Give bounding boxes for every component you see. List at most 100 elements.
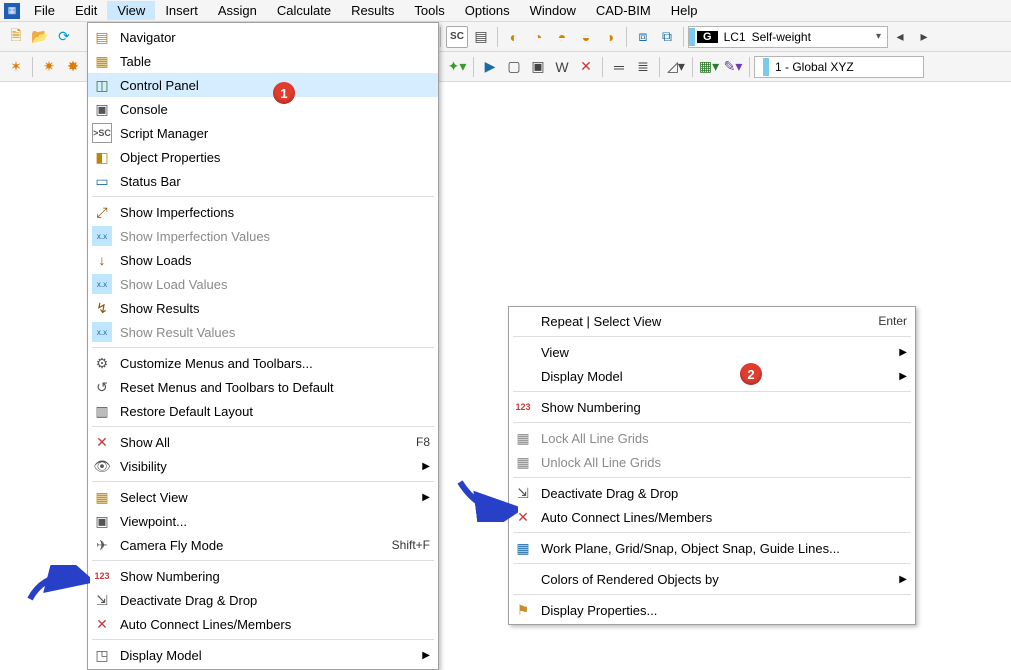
menu-calc[interactable]: Calculate (267, 1, 341, 20)
view-item-label: Deactivate Drag & Drop (120, 593, 257, 608)
context-item-5: ▦Unlock All Line Grids (509, 450, 915, 474)
annotation-badge-1: 1 (273, 82, 295, 104)
tool-refresh-icon[interactable]: ⟳ (53, 26, 75, 48)
view-item-10: x.xShow Load Values (88, 272, 438, 296)
tool2-cross-icon[interactable]: ✕ (575, 56, 597, 78)
tool-tb-d-icon[interactable]: ◒ (575, 26, 597, 48)
menu-options[interactable]: Options (455, 1, 520, 20)
view-item-24[interactable]: ◳Display Model▶ (88, 643, 438, 667)
view-item-7[interactable]: ⤢Show Imperfections (88, 200, 438, 224)
chevron-down-icon: ▾ (876, 31, 881, 42)
tool-open-icon[interactable]: 📂 (29, 26, 51, 48)
view-item-2[interactable]: ◫Control Panel (88, 73, 438, 97)
tool2-angle-icon[interactable]: ◿▾ (665, 56, 687, 78)
menu-tools[interactable]: Tools (404, 1, 454, 20)
view-item-14[interactable]: ↺Reset Menus and Toolbars to Default (88, 375, 438, 399)
view-item-6[interactable]: ▭Status Bar (88, 169, 438, 193)
menu-help[interactable]: Help (661, 1, 708, 20)
view-item-label: Restore Default Layout (120, 404, 253, 419)
context-item-8[interactable]: ▦Work Plane, Grid/Snap, Object Snap, Gui… (509, 536, 915, 560)
view-item-9[interactable]: ↓Show Loads (88, 248, 438, 272)
view-item-15[interactable]: ▥Restore Default Layout (88, 399, 438, 423)
lock-icon: ▦ (513, 428, 533, 448)
context-item-label: View (541, 345, 569, 360)
context-item-label: Unlock All Line Grids (541, 455, 661, 470)
sc-icon: >SC (92, 123, 112, 143)
context-item-6[interactable]: ⇲Deactivate Drag & Drop (509, 481, 915, 505)
view-item-3[interactable]: ▣Console (88, 97, 438, 121)
tool2-box-icon[interactable]: ▢ (503, 56, 525, 78)
tool-sc-icon[interactable]: SC (446, 26, 468, 48)
menu-edit[interactable]: Edit (65, 1, 107, 20)
tool-align-a-icon[interactable]: ⧈ (632, 26, 654, 48)
loadcase-next-icon[interactable]: ▸ (913, 26, 935, 48)
coord-system-dropdown[interactable]: 1 - Global XYZ (754, 56, 924, 78)
tool2-c-icon[interactable]: ✸ (62, 56, 84, 78)
blank-icon (513, 311, 533, 331)
tool-tb-c-icon[interactable]: ◓ (551, 26, 573, 48)
tool2-h1-icon[interactable]: ═ (608, 56, 630, 78)
view-item-16[interactable]: ✕Show AllF8 (88, 430, 438, 454)
view-item-label: Reset Menus and Toolbars to Default (120, 380, 334, 395)
view-item-label: Show Loads (120, 253, 192, 268)
annotation-arrow-2 (456, 478, 518, 522)
tool-props-icon[interactable]: ▤ (470, 26, 492, 48)
tool2-w-icon[interactable]: W (551, 56, 573, 78)
resv-icon: x.x (92, 322, 112, 342)
view-item-18[interactable]: ▦Select View▶ (88, 485, 438, 509)
context-item-1[interactable]: View▶ (509, 340, 915, 364)
context-item-label: Work Plane, Grid/Snap, Object Snap, Guid… (541, 541, 840, 556)
context-separator (513, 532, 911, 533)
context-item-2[interactable]: Display Model▶ (509, 364, 915, 388)
context-item-7[interactable]: ✕Auto Connect Lines/Members (509, 505, 915, 529)
tool-new-icon[interactable]: 🗎 (5, 26, 27, 48)
view-item-19[interactable]: ▣Viewpoint... (88, 509, 438, 533)
menu-cadbim[interactable]: CAD-BIM (586, 1, 661, 20)
context-item-10[interactable]: ⚑Display Properties... (509, 598, 915, 622)
context-item-label: Show Numbering (541, 400, 641, 415)
tool2-play-icon[interactable]: ▶ (479, 56, 501, 78)
tool-tb-a-icon[interactable]: ◐ (503, 26, 525, 48)
menu-results[interactable]: Results (341, 1, 404, 20)
view-item-21[interactable]: 123 Show Numbering (88, 564, 438, 588)
loadcase-prev-icon[interactable]: ◂ (889, 26, 911, 48)
context-item-9[interactable]: Colors of Rendered Objects by▶ (509, 567, 915, 591)
view-item-22[interactable]: ⇲Deactivate Drag & Drop (88, 588, 438, 612)
view-item-23[interactable]: ✕Auto Connect Lines/Members (88, 612, 438, 636)
view-item-label: Show Imperfections (120, 205, 234, 220)
tool2-star-icon[interactable]: ✦▾ (446, 56, 468, 78)
menu-window[interactable]: Window (520, 1, 586, 20)
view-item-5[interactable]: ◧Object Properties (88, 145, 438, 169)
view-item-label: Control Panel (120, 78, 199, 93)
view-item-11[interactable]: ↯Show Results (88, 296, 438, 320)
tool2-a-icon[interactable]: ✶ (5, 56, 27, 78)
tool2-rec-icon[interactable]: ▣ (527, 56, 549, 78)
blank-icon (513, 569, 533, 589)
tool2-pen-icon[interactable]: ✎▾ (722, 56, 744, 78)
view-item-label: Show Numbering (120, 569, 220, 584)
num-icon: 123 (92, 566, 112, 586)
tool-align-b-icon[interactable]: ⧉ (656, 26, 678, 48)
view-item-1[interactable]: ▦Table (88, 49, 438, 73)
tool2-grid-icon[interactable]: ▦▾ (698, 56, 720, 78)
tool2-b-icon[interactable]: ✷ (38, 56, 60, 78)
view-item-20[interactable]: ✈Camera Fly ModeShift+F (88, 533, 438, 557)
menu-insert[interactable]: Insert (155, 1, 208, 20)
view-item-17[interactable]: 👁Visibility▶ (88, 454, 438, 478)
context-item-3[interactable]: 123Show Numbering (509, 395, 915, 419)
accelerator-text: Shift+F (332, 538, 430, 552)
loadcase-dropdown[interactable]: G LC1 Self-weight ▾ (688, 26, 888, 48)
view-item-0[interactable]: ▤Navigator (88, 25, 438, 49)
tool2-h2-icon[interactable]: ≣ (632, 56, 654, 78)
context-item-label: Repeat | Select View (541, 314, 661, 329)
view-item-4[interactable]: >SCScript Manager (88, 121, 438, 145)
menu-file[interactable]: File (24, 1, 65, 20)
tool-tb-b-icon[interactable]: ◔ (527, 26, 549, 48)
context-item-4: ▦Lock All Line Grids (509, 426, 915, 450)
menu-view[interactable]: View (107, 1, 155, 20)
context-item-0[interactable]: Repeat | Select ViewEnter (509, 309, 915, 333)
submenu-arrow-icon: ▶ (839, 574, 907, 585)
view-item-13[interactable]: ⚙Customize Menus and Toolbars... (88, 351, 438, 375)
tool-tb-e-icon[interactable]: ◑ (599, 26, 621, 48)
menu-assign[interactable]: Assign (208, 1, 267, 20)
